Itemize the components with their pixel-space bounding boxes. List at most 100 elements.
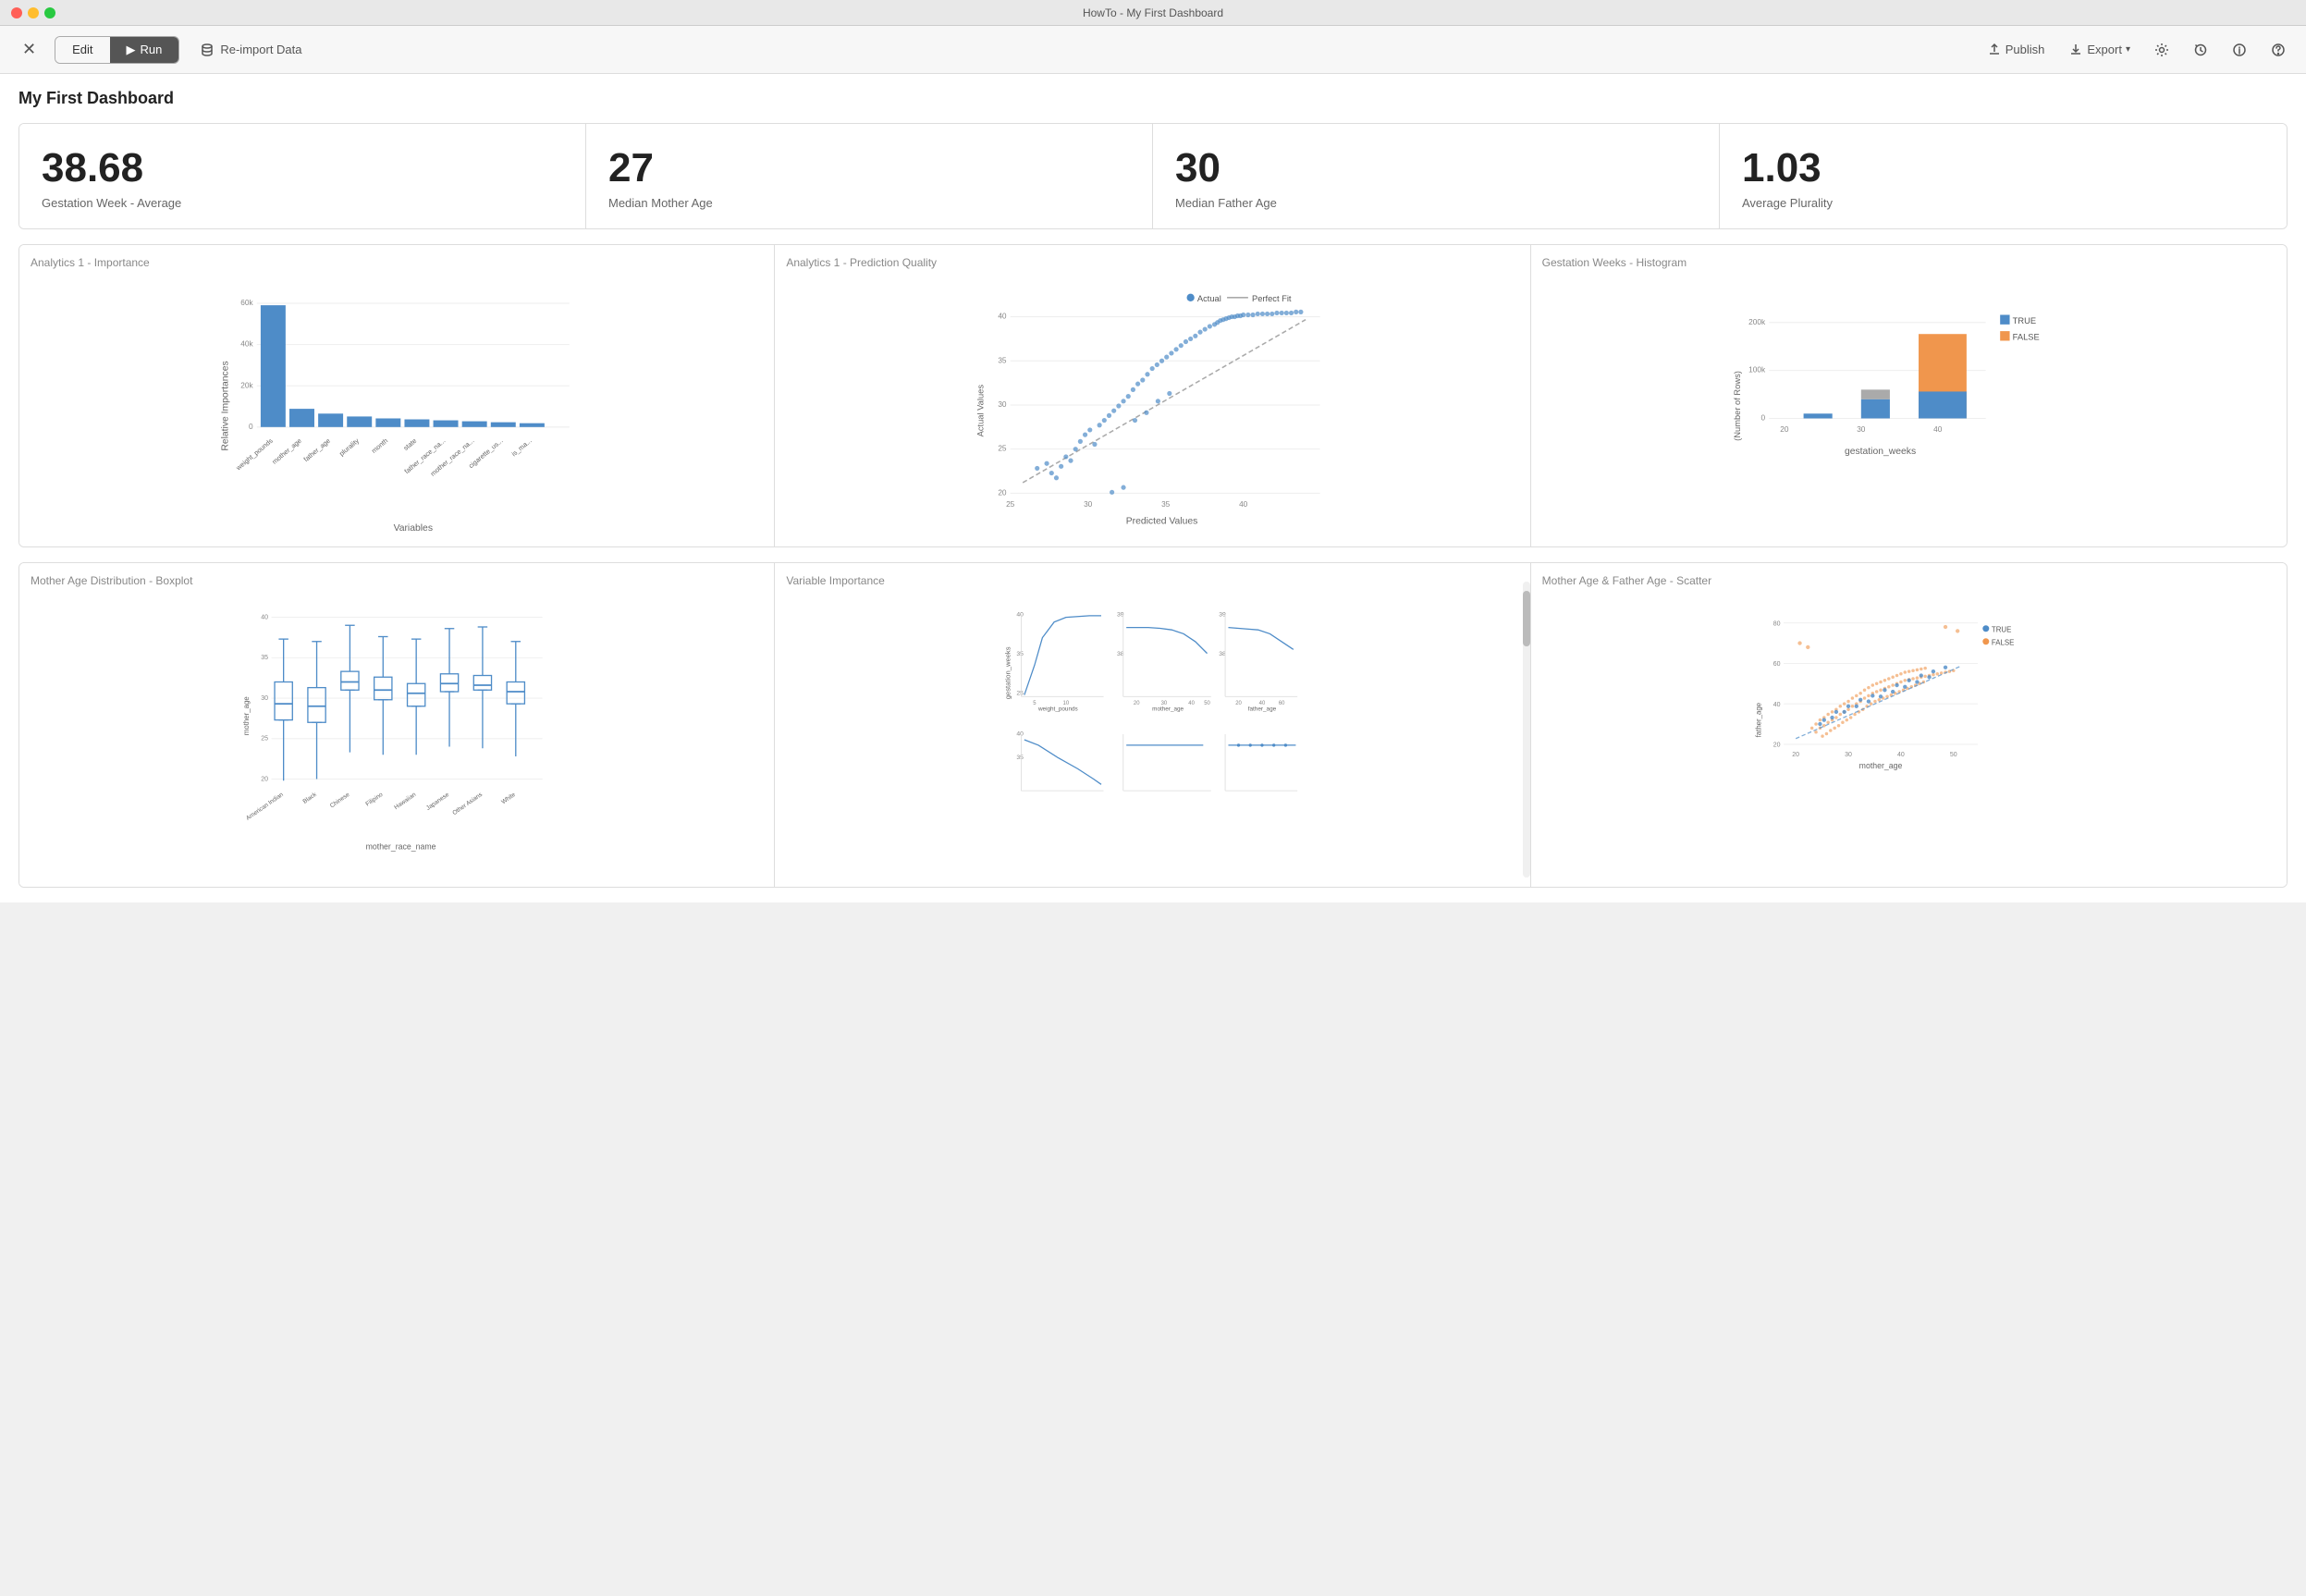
window-title: HowTo - My First Dashboard xyxy=(1083,6,1223,19)
variable-importance-title: Variable Importance xyxy=(786,574,1518,587)
svg-text:10: 10 xyxy=(1063,701,1070,706)
svg-text:American Indian: American Indian xyxy=(245,792,285,822)
svg-text:month: month xyxy=(370,436,389,455)
settings-button[interactable] xyxy=(2149,39,2175,61)
bar-state xyxy=(404,420,429,427)
box-ai xyxy=(275,682,292,720)
svg-text:20: 20 xyxy=(1236,701,1243,706)
importance-svg: Relative Importances 60k 40k 20k 0 xyxy=(31,276,763,535)
svg-text:20: 20 xyxy=(1134,701,1140,706)
false-dots xyxy=(1797,625,1959,738)
svg-text:35: 35 xyxy=(1017,755,1024,762)
bar-is-ma xyxy=(520,424,545,427)
history-button[interactable] xyxy=(2188,39,2214,61)
database-icon xyxy=(200,43,215,57)
svg-text:weight_pounds: weight_pounds xyxy=(1037,706,1078,713)
hist-bar-40-true xyxy=(1919,392,1967,419)
svg-text:Relative Importances: Relative Importances xyxy=(221,362,231,451)
svg-text:Perfect Fit: Perfect Fit xyxy=(1252,294,1292,303)
publish-button[interactable]: Publish xyxy=(1981,39,2051,61)
kpi-row: 38.68 Gestation Week - Average 27 Median… xyxy=(18,123,2288,229)
svg-text:plurality: plurality xyxy=(337,436,361,458)
variable-importance-area: gestation_weeks 40 35 25 weight_pounds 5… xyxy=(786,595,1518,853)
svg-text:mother_age: mother_age xyxy=(242,696,251,736)
svg-text:Other Asians: Other Asians xyxy=(451,792,484,817)
importance-chart-area: Relative Importances 60k 40k 20k 0 xyxy=(31,276,763,535)
histogram-chart-panel: Gestation Weeks - Histogram TRUE FALSE (… xyxy=(1531,245,2287,546)
help-icon xyxy=(2271,43,2286,57)
svg-text:25: 25 xyxy=(1017,691,1024,697)
svg-text:40: 40 xyxy=(1017,731,1024,738)
svg-text:gestation_weeks: gestation_weeks xyxy=(1004,647,1012,700)
settings-icon xyxy=(2154,43,2169,57)
reimport-label: Re-import Data xyxy=(220,43,301,56)
help-button[interactable] xyxy=(2265,39,2291,61)
run-label: Run xyxy=(141,43,163,56)
svg-text:60: 60 xyxy=(1772,661,1780,668)
export-label: Export xyxy=(2087,43,2122,56)
svg-text:5: 5 xyxy=(1034,701,1037,706)
close-window-button[interactable] xyxy=(11,7,22,18)
svg-text:Japanese: Japanese xyxy=(425,792,451,812)
minimize-window-button[interactable] xyxy=(28,7,39,18)
close-button[interactable]: ✕ xyxy=(15,36,43,63)
svg-text:50: 50 xyxy=(1205,701,1211,706)
svg-text:TRUE: TRUE xyxy=(1992,626,2011,634)
edit-run-group: Edit ▶ Run xyxy=(55,36,179,64)
toolbar-right: Publish Export ▾ xyxy=(1981,39,2291,61)
svg-text:20: 20 xyxy=(1772,743,1780,749)
scatter-svg: TRUE FALSE father_age 80 60 40 20 xyxy=(1542,595,2275,853)
kpi-card-father-age: 30 Median Father Age xyxy=(1153,124,1720,228)
svg-text:30: 30 xyxy=(261,695,268,702)
svg-text:40: 40 xyxy=(1933,424,1943,434)
export-chevron: ▾ xyxy=(2126,44,2130,55)
prediction-chart-area: Actual Perfect Fit Actual Values 40 35 3… xyxy=(786,276,1518,535)
svg-text:40: 40 xyxy=(999,312,1008,321)
svg-text:35: 35 xyxy=(261,655,268,661)
svg-text:80: 80 xyxy=(1772,621,1780,628)
kpi-card-plurality: 1.03 Average Plurality xyxy=(1720,124,2287,228)
svg-text:mother_race_name: mother_race_name xyxy=(366,842,436,852)
main-content: My First Dashboard 38.68 Gestation Week … xyxy=(0,74,2306,902)
svg-text:30: 30 xyxy=(1857,424,1866,434)
svg-text:(Number of Rows): (Number of Rows) xyxy=(1733,372,1742,442)
maximize-window-button[interactable] xyxy=(44,7,55,18)
run-button[interactable]: ▶ Run xyxy=(110,37,179,63)
bar-mother-age xyxy=(289,410,314,428)
boxplot-chart-title: Mother Age Distribution - Boxplot xyxy=(31,574,763,587)
hist-bar-35-overlap xyxy=(1860,390,1889,399)
run-icon: ▶ xyxy=(127,43,136,57)
importance-chart-title: Analytics 1 - Importance xyxy=(31,256,763,269)
svg-text:60: 60 xyxy=(1279,701,1285,706)
scrollbar-thumb[interactable] xyxy=(1523,591,1530,646)
svg-text:30: 30 xyxy=(1845,752,1852,758)
svg-text:father_age: father_age xyxy=(1248,706,1277,713)
edit-button[interactable]: Edit xyxy=(55,37,109,63)
info-button[interactable] xyxy=(2226,39,2252,61)
svg-text:Predicted Values: Predicted Values xyxy=(1126,517,1198,527)
kpi-value-gestation: 38.68 xyxy=(42,146,563,190)
bar-mother-race xyxy=(462,422,487,427)
svg-text:Black: Black xyxy=(302,792,319,805)
svg-text:35: 35 xyxy=(1161,499,1171,509)
svg-text:20: 20 xyxy=(261,777,268,783)
bar-father-age xyxy=(318,414,343,428)
bar-cigarette xyxy=(491,423,516,427)
scatter-chart-panel: Mother Age & Father Age - Scatter TRUE F… xyxy=(1531,563,2287,887)
scrollbar-track[interactable] xyxy=(1523,582,1530,878)
svg-text:25: 25 xyxy=(999,444,1008,453)
bar-month xyxy=(375,419,400,427)
reimport-button[interactable]: Re-import Data xyxy=(190,37,311,63)
svg-text:father_age: father_age xyxy=(302,436,332,463)
dashboard-title: My First Dashboard xyxy=(18,89,2288,108)
kpi-card-gestation: 38.68 Gestation Week - Average xyxy=(19,124,586,228)
export-button[interactable]: Export ▾ xyxy=(2063,39,2136,61)
svg-text:Actual: Actual xyxy=(1197,294,1221,303)
svg-text:40: 40 xyxy=(1897,752,1905,758)
svg-text:100k: 100k xyxy=(1748,365,1766,374)
svg-text:weight_pounds: weight_pounds xyxy=(234,436,275,473)
boxplot-chart-panel: Mother Age Distribution - Boxplot mother… xyxy=(19,563,775,887)
charts-row-2: Mother Age Distribution - Boxplot mother… xyxy=(18,562,2288,888)
kpi-label-father-age: Median Father Age xyxy=(1175,196,1697,210)
svg-text:mother_age: mother_age xyxy=(1152,706,1184,713)
